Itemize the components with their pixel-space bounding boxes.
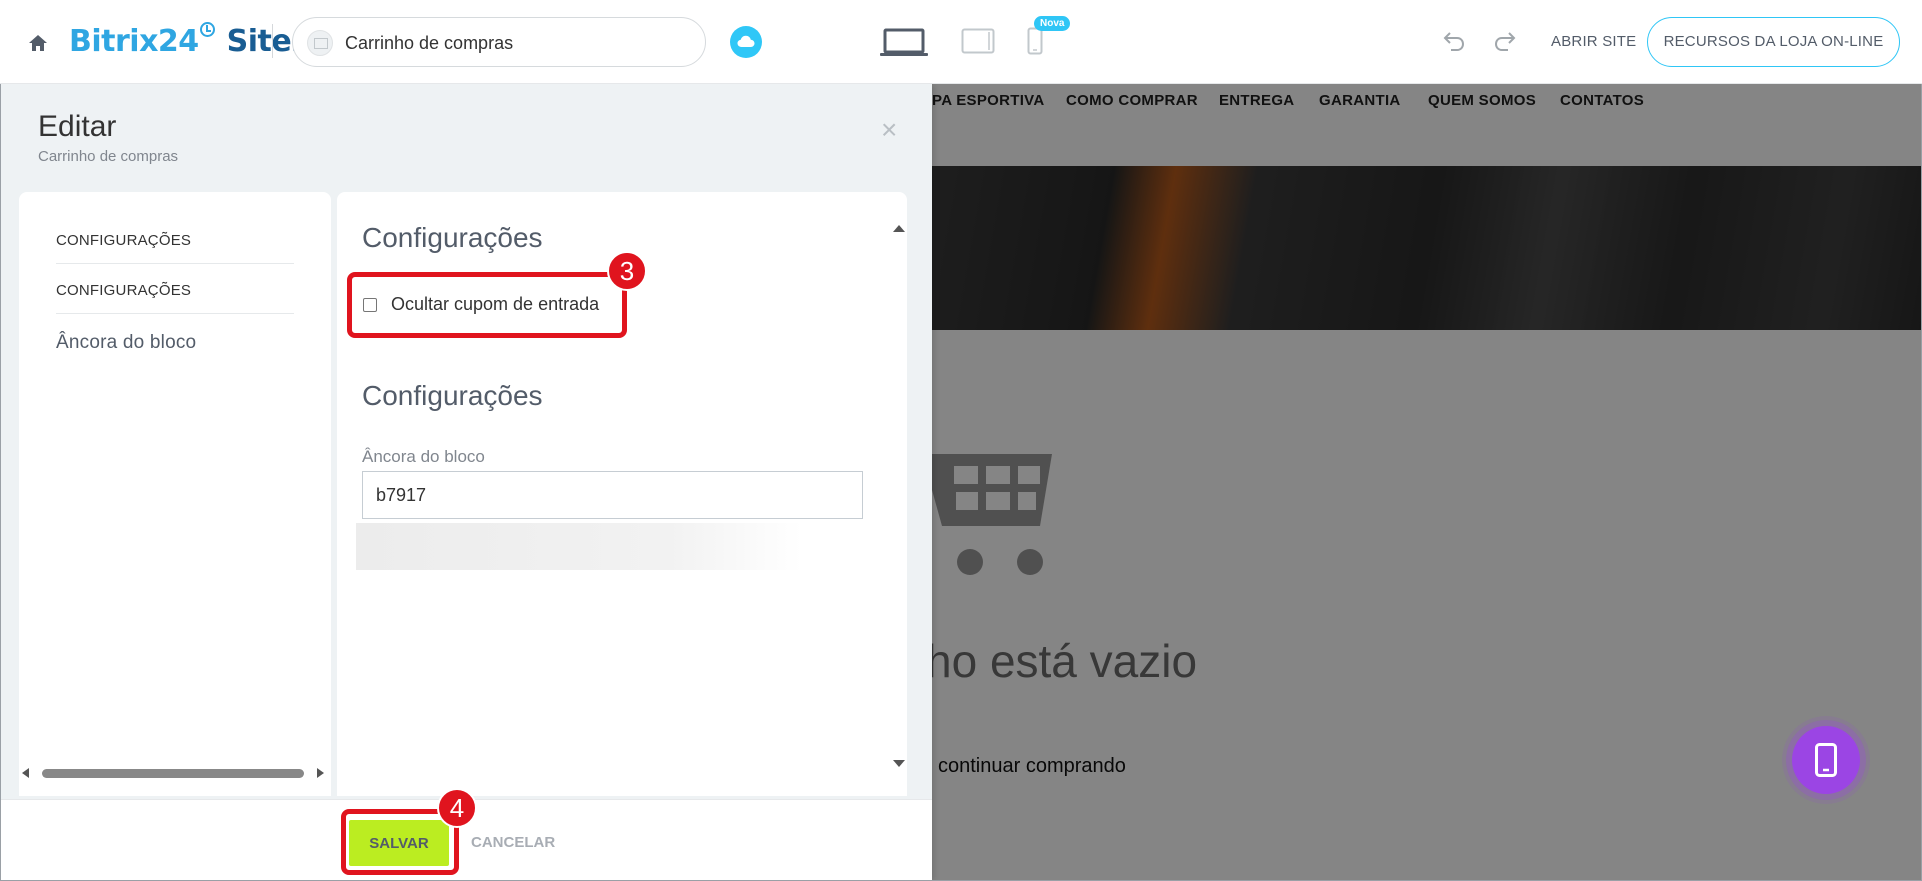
highlight-checkbox (347, 272, 627, 338)
scroll-right-arrow[interactable] (317, 768, 324, 778)
laptop-icon[interactable] (880, 28, 928, 63)
top-bar: Bitrix24 Sites Carrinho de compras Nova … (0, 0, 1922, 84)
home-icon[interactable] (27, 33, 49, 53)
cloud-icon[interactable] (730, 26, 762, 58)
page-selector[interactable]: Carrinho de compras (292, 17, 706, 67)
section-title: Configurações (362, 380, 543, 411)
panel-nav: Configurações Configurações Âncora do bl… (19, 192, 331, 796)
store-resources-button[interactable]: RECURSOS DA LOJA ON-LINE (1647, 17, 1900, 67)
scroll-up-arrow[interactable] (893, 225, 905, 232)
logo-main: Bitrix24 (69, 24, 199, 59)
site-preview: PA ESPORTIVA COMO COMPRAR ENTREGA GARANT… (932, 84, 1922, 881)
horizontal-scrollbar[interactable] (22, 766, 328, 780)
nav-item-block-anchor[interactable]: Âncora do bloco (56, 332, 294, 354)
undo-icon[interactable] (1442, 30, 1466, 57)
tablet-icon[interactable] (961, 28, 995, 59)
open-site-link[interactable]: ABRIR SITE (1551, 33, 1636, 50)
section-title: Configurações (362, 222, 543, 253)
page-thumbnail-icon (307, 30, 333, 56)
scrollbar-thumb[interactable] (42, 769, 304, 778)
edit-panel: Editar Carrinho de compras × Configuraçõ… (0, 84, 932, 881)
step-marker: 4 (437, 788, 477, 828)
nav-item-settings[interactable]: Configurações (56, 282, 294, 314)
scroll-down-arrow[interactable] (893, 760, 905, 767)
page-name: Carrinho de compras (345, 33, 514, 53)
loading-placeholder (356, 523, 802, 570)
cancel-button[interactable]: CANCELAR (465, 820, 561, 866)
divider (272, 24, 273, 58)
step-marker: 3 (607, 251, 647, 291)
preview-overlay (932, 84, 1922, 881)
anchor-input[interactable] (362, 471, 863, 519)
phone-icon[interactable] (1027, 27, 1043, 60)
scroll-left-arrow[interactable] (22, 768, 29, 778)
nova-badge: Nova (1034, 16, 1071, 31)
nav-item-settings[interactable]: Configurações (56, 232, 294, 264)
panel-title: Editar (38, 110, 117, 143)
panel-subtitle: Carrinho de compras (38, 148, 179, 165)
anchor-field-label: Âncora do bloco (362, 447, 485, 466)
close-icon[interactable]: × (881, 116, 897, 144)
clock-icon (199, 22, 215, 37)
redo-icon[interactable] (1493, 30, 1517, 57)
mobile-preview-button[interactable] (1792, 726, 1860, 794)
mobile-icon (1815, 743, 1837, 777)
